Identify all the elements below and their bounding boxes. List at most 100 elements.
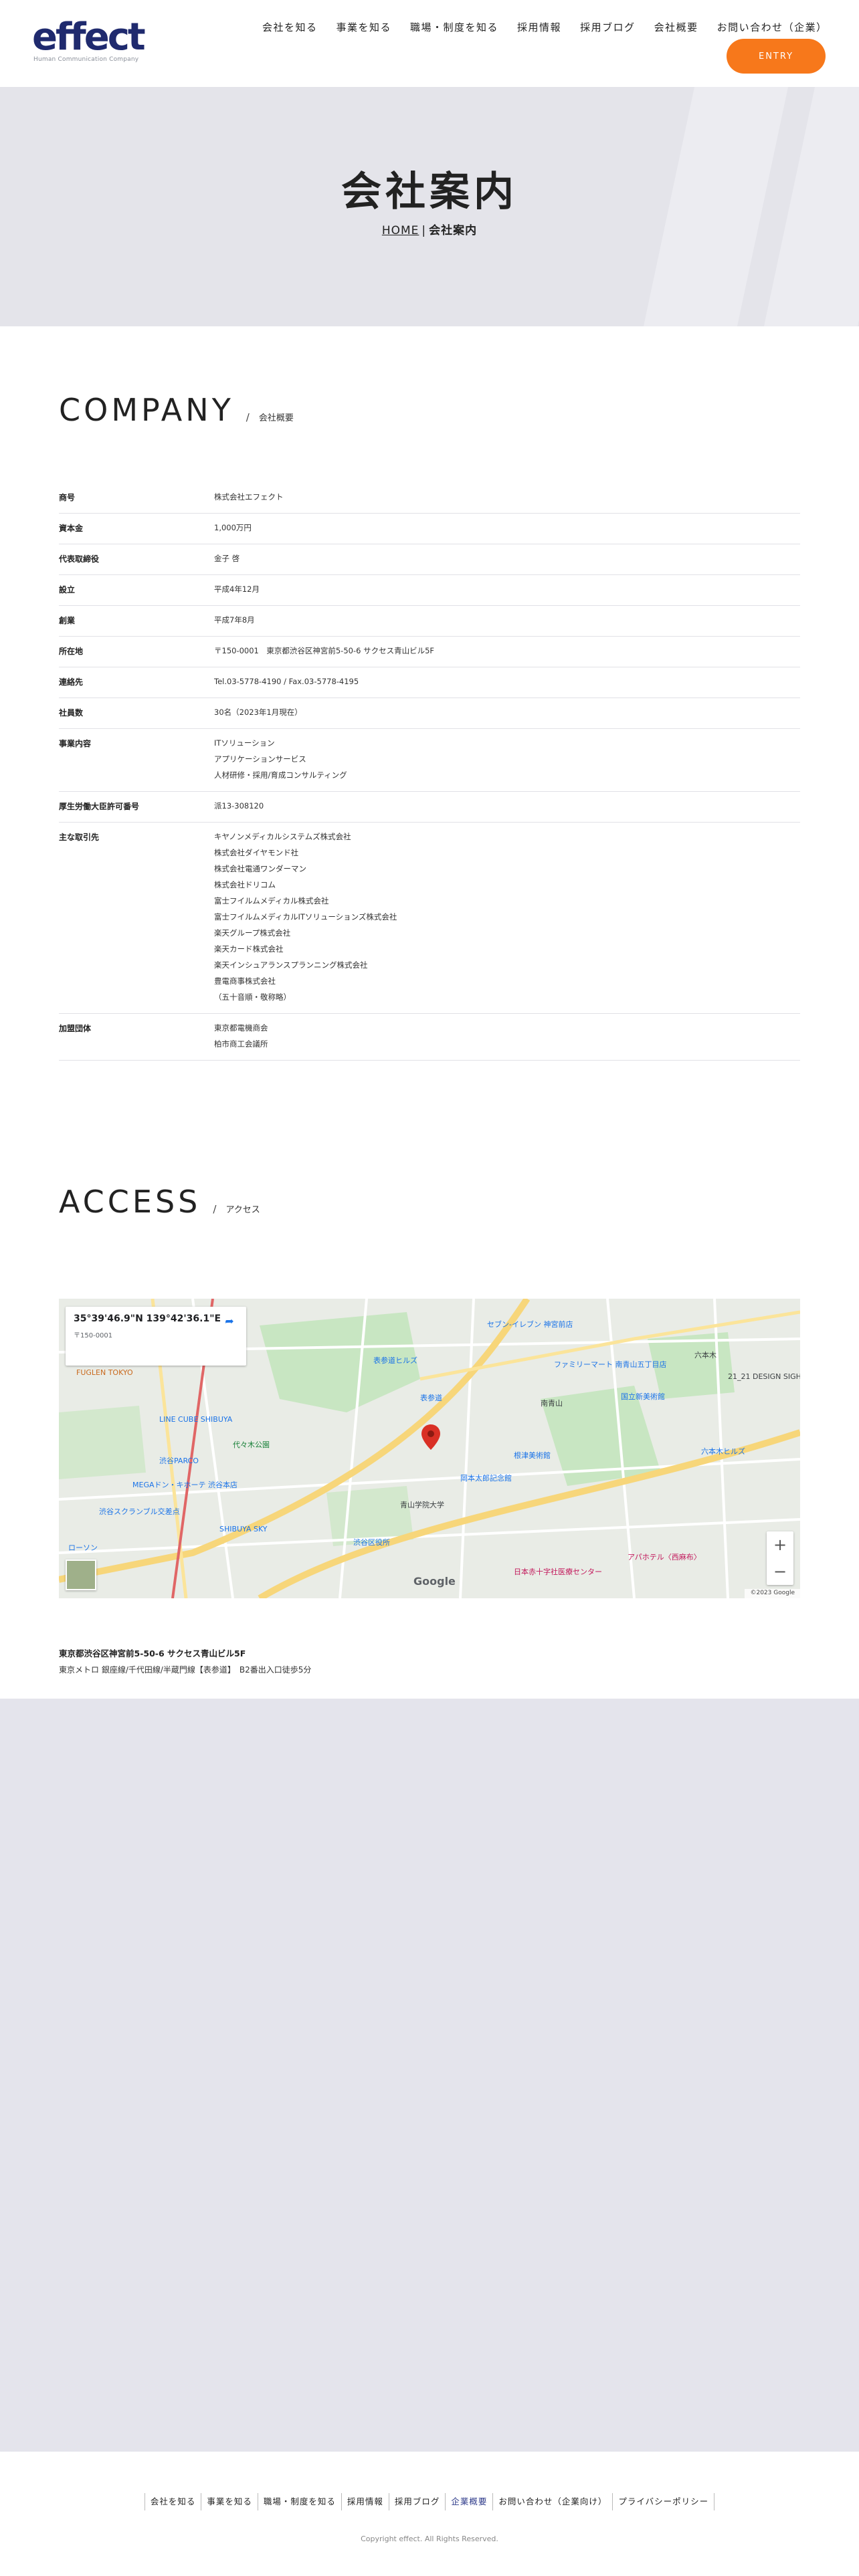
footer-link-workplace[interactable]: 職場・制度を知る <box>257 2493 341 2510</box>
entry-button[interactable]: ENTRY <box>727 39 826 74</box>
company-row-value-line: 株式会社電通ワンダーマン <box>214 864 306 873</box>
company-row-label: 資本金 <box>59 524 84 533</box>
footer-link-blog[interactable]: 採用ブログ <box>388 2493 446 2510</box>
map-poi-label: 21_21 DESIGN SIGHT <box>728 1372 800 1381</box>
company-row-value-line: 1,000万円 <box>214 523 252 532</box>
company-row-value-line: 平成7年8月 <box>214 615 255 625</box>
company-row-label: 主な取引先 <box>59 833 100 842</box>
map-poi-label: 南青山 <box>541 1399 563 1408</box>
map-poi-label: 渋谷区役所 <box>353 1538 390 1547</box>
company-row: 代表取締役 金子 啓 <box>59 544 800 575</box>
company-row-value: 1,000万円 <box>214 520 800 536</box>
map-poi-label: 表参道 <box>420 1394 442 1402</box>
company-heading-en: COMPANY <box>59 392 234 428</box>
directions-icon[interactable]: ➦ <box>222 1315 237 1329</box>
company-row-value-line: 〒150-0001 東京都渋谷区神宮前5-50-6 サクセス青山ビル5F <box>214 646 435 655</box>
page-title: 会社案内 <box>341 169 518 215</box>
company-row-label: 加盟団体 <box>59 1024 92 1033</box>
global-nav: 会社を知る 事業を知る 職場・制度を知る 採用情報 採用ブログ 会社概要 お問い… <box>262 20 828 34</box>
company-row-value: 派13-308120 <box>214 798 800 814</box>
company-row-value-line: 柏市商工会議所 <box>214 1039 268 1049</box>
google-map[interactable]: セブン-イレブン 神宮前店 ファミリーマート 南青山五丁目店 表参道ヒルズ 南青… <box>59 1299 800 1598</box>
site-footer: 会社を知る 事業を知る 職場・制度を知る 採用情報 採用ブログ 企業概要 お問い… <box>0 2452 859 2576</box>
company-table: 商号 株式会社エフェクト資本金 1,000万円代表取締役 金子 啓設立 平成4年12月創… <box>59 483 800 1061</box>
company-row: 連絡先 Tel.03-5778-4190 / Fax.03-5778-4195 <box>59 667 800 698</box>
company-row-value-line: 楽天インシュアランスプランニング株式会社 <box>214 960 368 970</box>
company-row-value: ITソリューション アプリケーションサービス 人材研修・採用/育成コンサルティング <box>214 735 800 783</box>
breadcrumb-home-link[interactable]: HOME <box>382 224 419 237</box>
company-row-value-line: 富士フイルムメディカル株式会社 <box>214 896 329 905</box>
company-row-label: 社員数 <box>59 708 84 718</box>
zoom-in-button[interactable]: + <box>767 1531 793 1558</box>
company-row-value-line: キヤノンメディカルシステムズ株式会社 <box>214 832 351 841</box>
company-row-value-line: 派13-308120 <box>214 801 264 811</box>
company-row: 加盟団体 東京都電機商会 柏市商工会議所 <box>59 1014 800 1061</box>
company-row-value-line: 株式会社ドリコム <box>214 880 276 889</box>
map-poi-label: MEGAドン・キホーテ 渋谷本店 <box>132 1481 237 1489</box>
map-coordinates: 35°39'46.9"N 139°42'36.1"E <box>74 1313 221 1324</box>
map-card-address: 〒150-0001 <box>74 1332 113 1339</box>
company-row: 商号 株式会社エフェクト <box>59 483 800 514</box>
footer-link-privacy[interactable]: プライバシーポリシー <box>612 2493 715 2510</box>
footer-link-business[interactable]: 事業を知る <box>201 2493 258 2510</box>
map-poi-label: 国立新美術館 <box>621 1392 665 1401</box>
company-row-value-line: 東京都電機商会 <box>214 1023 268 1033</box>
map-poi-label: 日本赤十字社医療センター <box>514 1568 602 1576</box>
company-row-value-line: 30名（2023年1月現在） <box>214 708 302 717</box>
company-row-value-line: 富士フイルムメディカルITソリューションズ株式会社 <box>214 912 397 922</box>
company-row-value-line: 豊電商事株式会社 <box>214 976 276 986</box>
map-poi-label: 代々木公園 <box>233 1440 270 1449</box>
company-row: 創業 平成7年8月 <box>59 606 800 637</box>
nav-item-recruit[interactable]: 採用情報 <box>517 20 561 34</box>
map-info-card: 35°39'46.9"N 139°42'36.1"E 〒150-0001 ➦ <box>66 1307 246 1366</box>
map-poi-label: FUGLEN TOKYO <box>76 1368 133 1377</box>
map-poi-label: 岡本太郎記念館 <box>460 1474 512 1483</box>
footer-link-contact[interactable]: お問い合わせ（企業向け） <box>492 2493 612 2510</box>
company-row-value: 平成7年8月 <box>214 612 800 628</box>
footer-link-overview[interactable]: 企業概要 <box>445 2493 492 2510</box>
company-row-value-line: 楽天カード株式会社 <box>214 944 284 954</box>
map-poi-label: アパホテル〈西麻布〉 <box>628 1553 701 1562</box>
company-row-value-line: ITソリューション <box>214 738 275 748</box>
breadcrumb: HOME | 会社案内 <box>0 221 859 237</box>
footer-link-company[interactable]: 会社を知る <box>144 2493 201 2510</box>
nav-item-blog[interactable]: 採用ブログ <box>580 20 636 34</box>
company-row: 資本金 1,000万円 <box>59 514 800 544</box>
access-heading-ja: アクセス <box>225 1205 260 1215</box>
company-row-value-line: 楽天グループ株式会社 <box>214 928 291 938</box>
company-row-value: 東京都電機商会 柏市商工会議所 <box>214 1020 800 1052</box>
company-row-value-line: 株式会社エフェクト <box>214 492 284 502</box>
nav-item-company[interactable]: 会社を知る <box>262 20 318 34</box>
map-zoom-controls: + − <box>767 1531 793 1585</box>
map-poi-label: 根津美術館 <box>514 1451 551 1460</box>
company-row-label: 設立 <box>59 585 76 595</box>
logo-wordmark: effect <box>32 15 146 59</box>
access-heading: ACCESS / アクセス <box>59 1184 260 1220</box>
heading-slash: / <box>246 411 250 423</box>
company-row-value: 30名（2023年1月現在） <box>214 704 800 720</box>
heading-slash: / <box>213 1203 217 1215</box>
company-row-label: 商号 <box>59 493 76 502</box>
company-row-label: 代表取締役 <box>59 554 100 564</box>
map-poi-label: 表参道ヒルズ <box>373 1356 417 1365</box>
zoom-out-button[interactable]: − <box>767 1558 793 1585</box>
site-header: effect Human Communication Company 会社を知る… <box>0 0 859 87</box>
company-row-value-line: （五十音順・敬称略） <box>214 992 291 1002</box>
nav-item-workplace[interactable]: 職場・制度を知る <box>410 20 498 34</box>
company-row-label: 厚生労働大臣許可番号 <box>59 802 140 811</box>
footer-link-recruit[interactable]: 採用情報 <box>341 2493 389 2510</box>
company-row: 事業内容 ITソリューション アプリケーションサービス 人材研修・採用/育成コンサルテ… <box>59 729 800 792</box>
nav-item-overview[interactable]: 会社概要 <box>654 20 698 34</box>
page-hero: 会社案内 HOME | 会社案内 <box>0 87 859 326</box>
nav-item-contact[interactable]: お問い合わせ（企業） <box>717 20 828 34</box>
company-row-label: 創業 <box>59 616 76 625</box>
map-poi-label: 渋谷スクランブル交差点 <box>99 1507 180 1516</box>
site-logo[interactable]: effect Human Communication Company <box>32 17 146 64</box>
company-row-value: 金子 啓 <box>214 550 800 566</box>
company-row-value: 株式会社エフェクト <box>214 489 800 505</box>
nav-item-business[interactable]: 事業を知る <box>337 20 392 34</box>
logo-tagline: Human Communication Company <box>33 56 139 63</box>
company-row-value: 平成4年12月 <box>214 581 800 597</box>
map-layer-toggle[interactable] <box>66 1560 96 1590</box>
map-poi-label: 渋谷PARCO <box>159 1457 199 1465</box>
